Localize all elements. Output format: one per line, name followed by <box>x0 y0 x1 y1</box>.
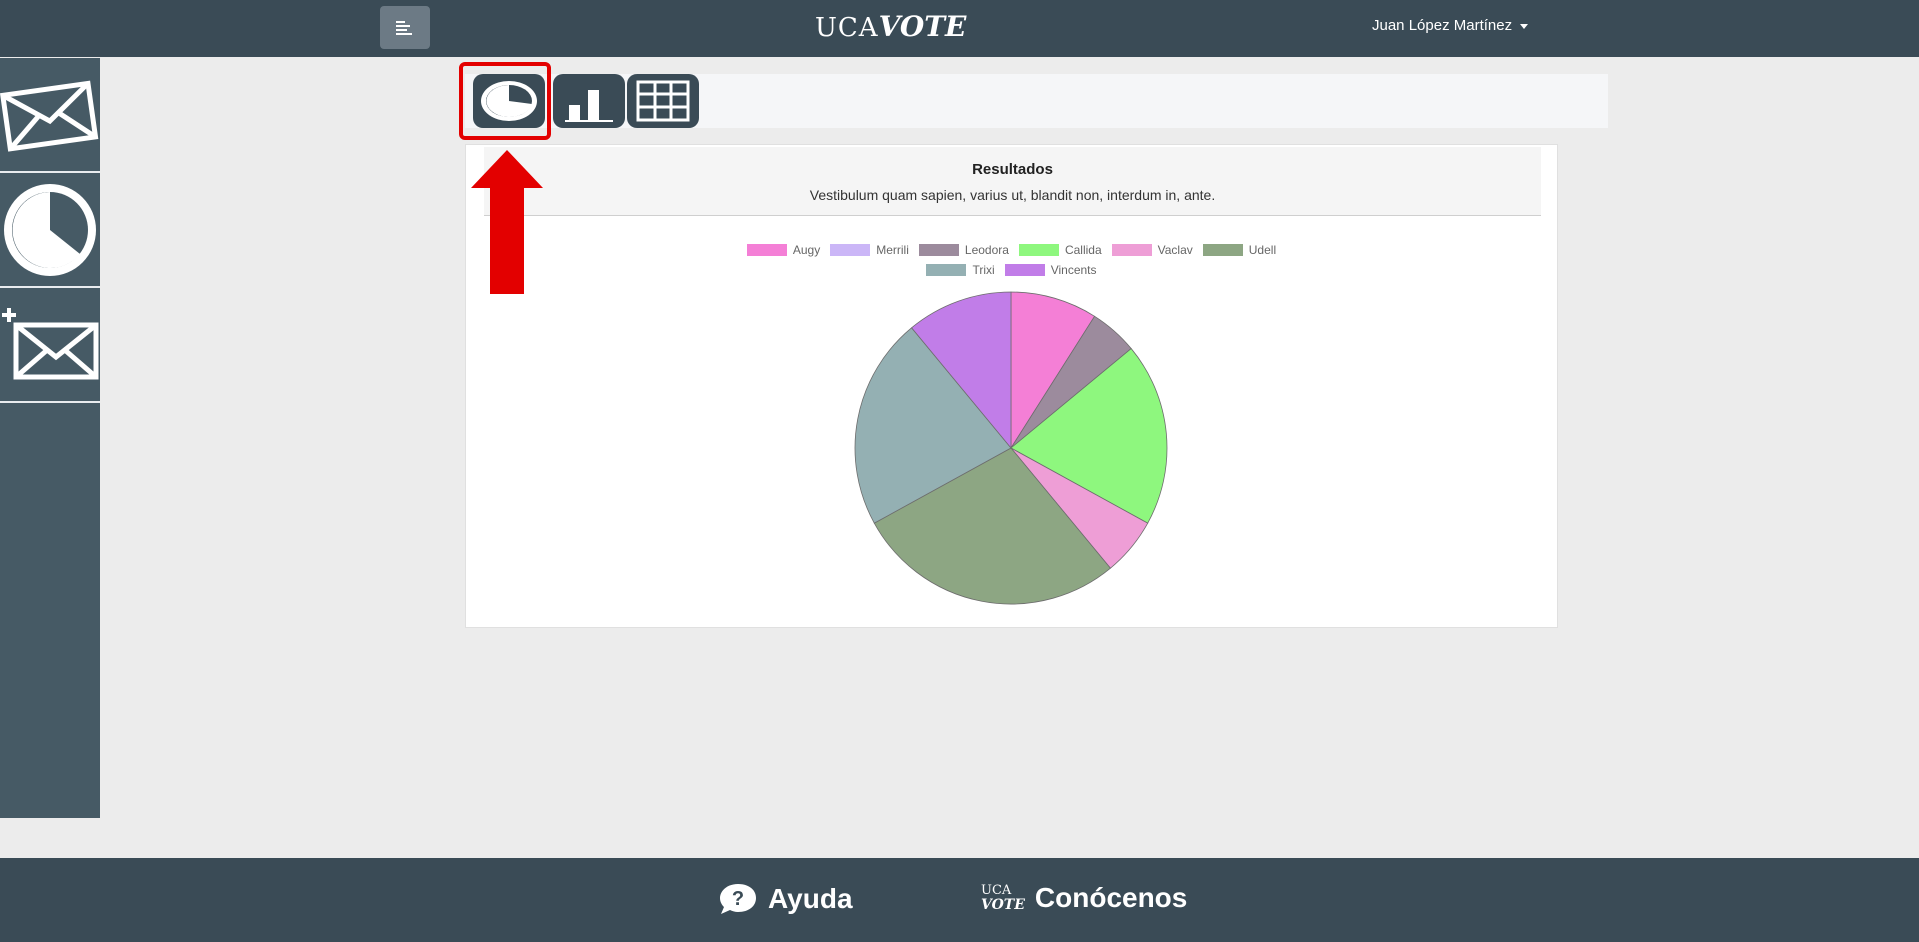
brand-uca: UCA <box>815 13 879 43</box>
legend-item[interactable]: Udell <box>1202 243 1277 257</box>
user-menu-dropdown[interactable]: Juan López Martínez <box>1372 17 1529 34</box>
bar-chart-icon <box>565 90 613 122</box>
pie-chart <box>854 291 1168 605</box>
legend-row: Trixi Vincents <box>466 263 1557 277</box>
help-label: Ayuda <box>768 883 853 914</box>
about-label: Conócenos <box>1034 882 1188 913</box>
card-header: Resultados Vestibulum quam sapien, variu… <box>484 147 1541 216</box>
legend-swatch <box>830 244 871 256</box>
user-name: Juan López Martínez <box>1372 17 1513 34</box>
sidebar-item-results[interactable] <box>0 173 100 288</box>
legend-swatch <box>746 244 787 256</box>
legend-item[interactable]: Vaclav <box>1111 243 1193 257</box>
about-logo-top: UCA <box>981 883 1012 898</box>
chart-legend: Augy Merrili Leodora Callida Vaclav Udell Trix… <box>466 243 1557 283</box>
legend-label: Trixi <box>972 263 995 277</box>
table-icon <box>636 80 690 122</box>
results-card: Resultados Vestibulum quam sapien, variu… <box>465 144 1558 628</box>
sidebar-item-inbox[interactable] <box>0 58 100 173</box>
about-logo-bottom: VOTE <box>981 897 1025 913</box>
brand-vote: VOTE <box>878 10 967 43</box>
legend-label: Vaclav <box>1157 243 1193 257</box>
align-left-icon <box>396 20 412 35</box>
highlight-box <box>459 62 551 140</box>
legend-swatch <box>1202 244 1243 256</box>
legend-label: Leodora <box>964 243 1009 257</box>
caret-down-icon <box>1520 23 1529 29</box>
pie-chart-icon <box>4 183 96 276</box>
legend-label: Merrili <box>876 243 909 257</box>
legend-label: Augy <box>792 243 821 257</box>
help-link[interactable]: ? Ayuda <box>718 882 853 916</box>
about-link[interactable]: UCA VOTE Conócenos <box>981 882 1187 914</box>
legend-swatch <box>1018 244 1059 256</box>
legend-item[interactable]: Vincents <box>1004 263 1097 277</box>
sidebar <box>0 58 100 818</box>
legend-label: Vincents <box>1050 263 1097 277</box>
legend-label: Udell <box>1248 243 1277 257</box>
legend-row: Augy Merrili Leodora Callida Vaclav Udell <box>466 243 1557 257</box>
card-subtitle: Vestibulum quam sapien, varius ut, bland… <box>809 187 1216 203</box>
question-circle-icon: ? <box>720 884 756 914</box>
legend-swatch <box>1111 244 1152 256</box>
brand-logo[interactable]: UCA VOTE <box>815 10 966 46</box>
top-navbar: UCA VOTE Juan López Martínez <box>0 0 1919 57</box>
new-envelope-icon <box>2 307 99 379</box>
legend-item[interactable]: Merrili <box>830 243 909 257</box>
svg-text:?: ? <box>732 888 744 910</box>
red-arrow-up-icon <box>471 150 543 294</box>
menu-toggle-button[interactable] <box>380 6 430 49</box>
envelope-icon <box>0 80 99 152</box>
legend-swatch <box>918 244 959 256</box>
table-button[interactable] <box>627 74 699 128</box>
ucavote-small-logo: UCA VOTE <box>981 883 1025 913</box>
card-title: Resultados <box>972 161 1053 178</box>
legend-item[interactable]: Trixi <box>926 263 995 277</box>
bar-chart-button[interactable] <box>553 74 625 128</box>
sidebar-item-new-vote[interactable] <box>0 288 100 403</box>
footer: ? Ayuda UCA VOTE Conócenos <box>0 858 1919 942</box>
legend-label: Callida <box>1064 243 1102 257</box>
legend-item[interactable]: Augy <box>746 243 821 257</box>
legend-swatch <box>926 264 967 276</box>
legend-item[interactable]: Leodora <box>918 243 1009 257</box>
legend-swatch <box>1004 264 1045 276</box>
legend-item[interactable]: Callida <box>1018 243 1102 257</box>
